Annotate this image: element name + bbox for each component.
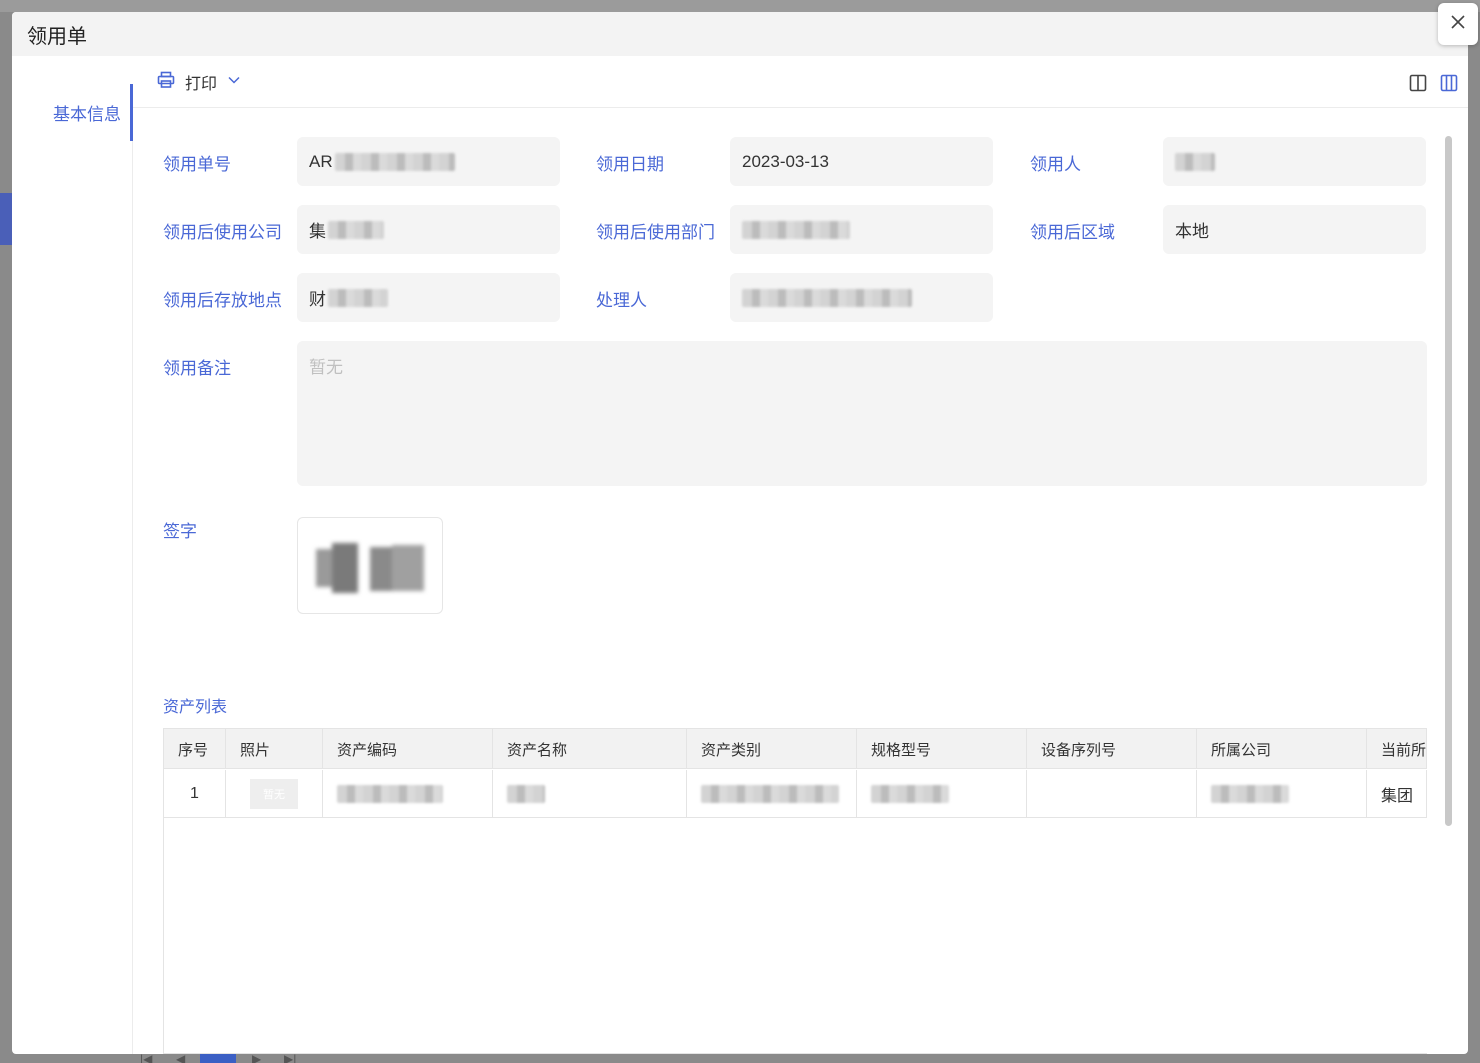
asset-table: 序号 照片 资产编码 资产名称 资产类别 规格型号 设备序列号 所属公司 当前所… bbox=[163, 728, 1427, 1054]
signature-label: 签字 bbox=[163, 522, 197, 541]
receiver-label: 领用人 bbox=[1030, 155, 1081, 174]
row-serial bbox=[1027, 770, 1197, 818]
two-column-layout-icon[interactable] bbox=[1407, 72, 1429, 94]
date-label: 领用日期 bbox=[596, 155, 664, 174]
column-header[interactable]: 所属公司 bbox=[1197, 729, 1367, 769]
background-app-strip bbox=[0, 0, 1480, 12]
date-value: 2023-03-13 bbox=[742, 151, 829, 171]
print-button[interactable]: 打印 bbox=[157, 70, 241, 94]
location-label: 领用后存放地点 bbox=[163, 291, 282, 310]
column-header[interactable]: 序号 bbox=[164, 729, 226, 769]
remark-placeholder: 暂无 bbox=[309, 358, 343, 377]
department-field bbox=[730, 205, 993, 254]
company-field: 集 bbox=[297, 205, 560, 254]
location-field: 财 bbox=[297, 273, 560, 322]
signature-image bbox=[297, 517, 443, 614]
column-header[interactable]: 资产名称 bbox=[493, 729, 687, 769]
column-header[interactable]: 资产编码 bbox=[323, 729, 493, 769]
toolbar: 打印 bbox=[133, 56, 1468, 108]
side-nav: 基本信息 bbox=[12, 56, 133, 1054]
region-field: 本地 bbox=[1163, 205, 1426, 254]
redacted-text bbox=[1175, 152, 1215, 171]
order-no-field: AR bbox=[297, 137, 560, 186]
three-column-layout-icon[interactable] bbox=[1438, 72, 1460, 94]
asset-table-header: 序号 照片 资产编码 资产名称 资产类别 规格型号 设备序列号 所属公司 当前所 bbox=[164, 729, 1427, 769]
handler-field bbox=[730, 273, 993, 322]
row-current: 集团 bbox=[1367, 770, 1427, 818]
photo-placeholder: 暂无 bbox=[250, 779, 298, 809]
row-company bbox=[1197, 770, 1367, 818]
chevron-down-icon bbox=[227, 73, 241, 92]
table-row[interactable]: 1 暂无 集团 bbox=[164, 770, 1427, 818]
redacted-text bbox=[1211, 785, 1289, 803]
side-nav-item-label: 基本信息 bbox=[53, 105, 121, 124]
order-no-label: 领用单号 bbox=[163, 155, 231, 174]
column-header[interactable]: 照片 bbox=[226, 729, 323, 769]
redacted-text bbox=[742, 288, 912, 307]
order-no-value: AR bbox=[309, 151, 333, 171]
row-asset-code bbox=[323, 770, 493, 818]
row-asset-category bbox=[687, 770, 857, 818]
asset-list-title: 资产列表 bbox=[163, 699, 228, 716]
region-value: 本地 bbox=[1175, 222, 1209, 241]
remark-label: 领用备注 bbox=[163, 359, 231, 378]
row-asset-name bbox=[493, 770, 687, 818]
redacted-text bbox=[337, 785, 443, 803]
handler-label: 处理人 bbox=[596, 291, 647, 310]
location-value: 财 bbox=[309, 290, 326, 309]
row-spec bbox=[857, 770, 1027, 818]
redacted-text bbox=[742, 220, 850, 239]
row-index: 1 bbox=[164, 770, 226, 818]
redacted-text bbox=[328, 220, 384, 239]
close-button[interactable] bbox=[1438, 3, 1478, 45]
modal-title: 领用单 bbox=[27, 25, 87, 48]
redacted-text bbox=[701, 785, 839, 803]
background-app-nav-accent bbox=[0, 193, 12, 245]
date-field: 2023-03-13 bbox=[730, 137, 993, 186]
company-label: 领用后使用公司 bbox=[163, 223, 282, 242]
close-icon bbox=[1450, 14, 1466, 35]
redacted-text bbox=[328, 288, 388, 307]
redacted-text bbox=[334, 152, 455, 171]
row-photo: 暂无 bbox=[226, 770, 323, 818]
redacted-text bbox=[871, 785, 949, 803]
remark-field: 暂无 bbox=[297, 341, 1427, 486]
side-nav-divider bbox=[132, 141, 133, 1054]
redacted-text bbox=[507, 785, 545, 803]
department-label: 领用后使用部门 bbox=[596, 223, 715, 242]
print-label: 打印 bbox=[185, 76, 218, 93]
modal-header: 领用单 bbox=[12, 12, 1468, 56]
region-label: 领用后区域 bbox=[1030, 223, 1115, 242]
column-header[interactable]: 设备序列号 bbox=[1027, 729, 1197, 769]
company-value: 集 bbox=[309, 222, 326, 241]
side-nav-item-basic-info[interactable]: 基本信息 bbox=[12, 84, 133, 141]
form-content: 领用单号 AR 领用日期 2023-03-13 领用人 领用后使用公司 集 领用… bbox=[163, 108, 1438, 1054]
column-header[interactable]: 当前所 bbox=[1367, 729, 1427, 769]
column-header[interactable]: 规格型号 bbox=[857, 729, 1027, 769]
column-header[interactable]: 资产类别 bbox=[687, 729, 857, 769]
vertical-scrollbar[interactable] bbox=[1445, 136, 1452, 826]
receiver-field bbox=[1163, 137, 1426, 186]
printer-icon bbox=[157, 71, 175, 94]
requisition-modal: 领用单 基本信息 打印 领用单号 AR 领用日期 2023-03-13 领用人 … bbox=[12, 12, 1468, 1054]
